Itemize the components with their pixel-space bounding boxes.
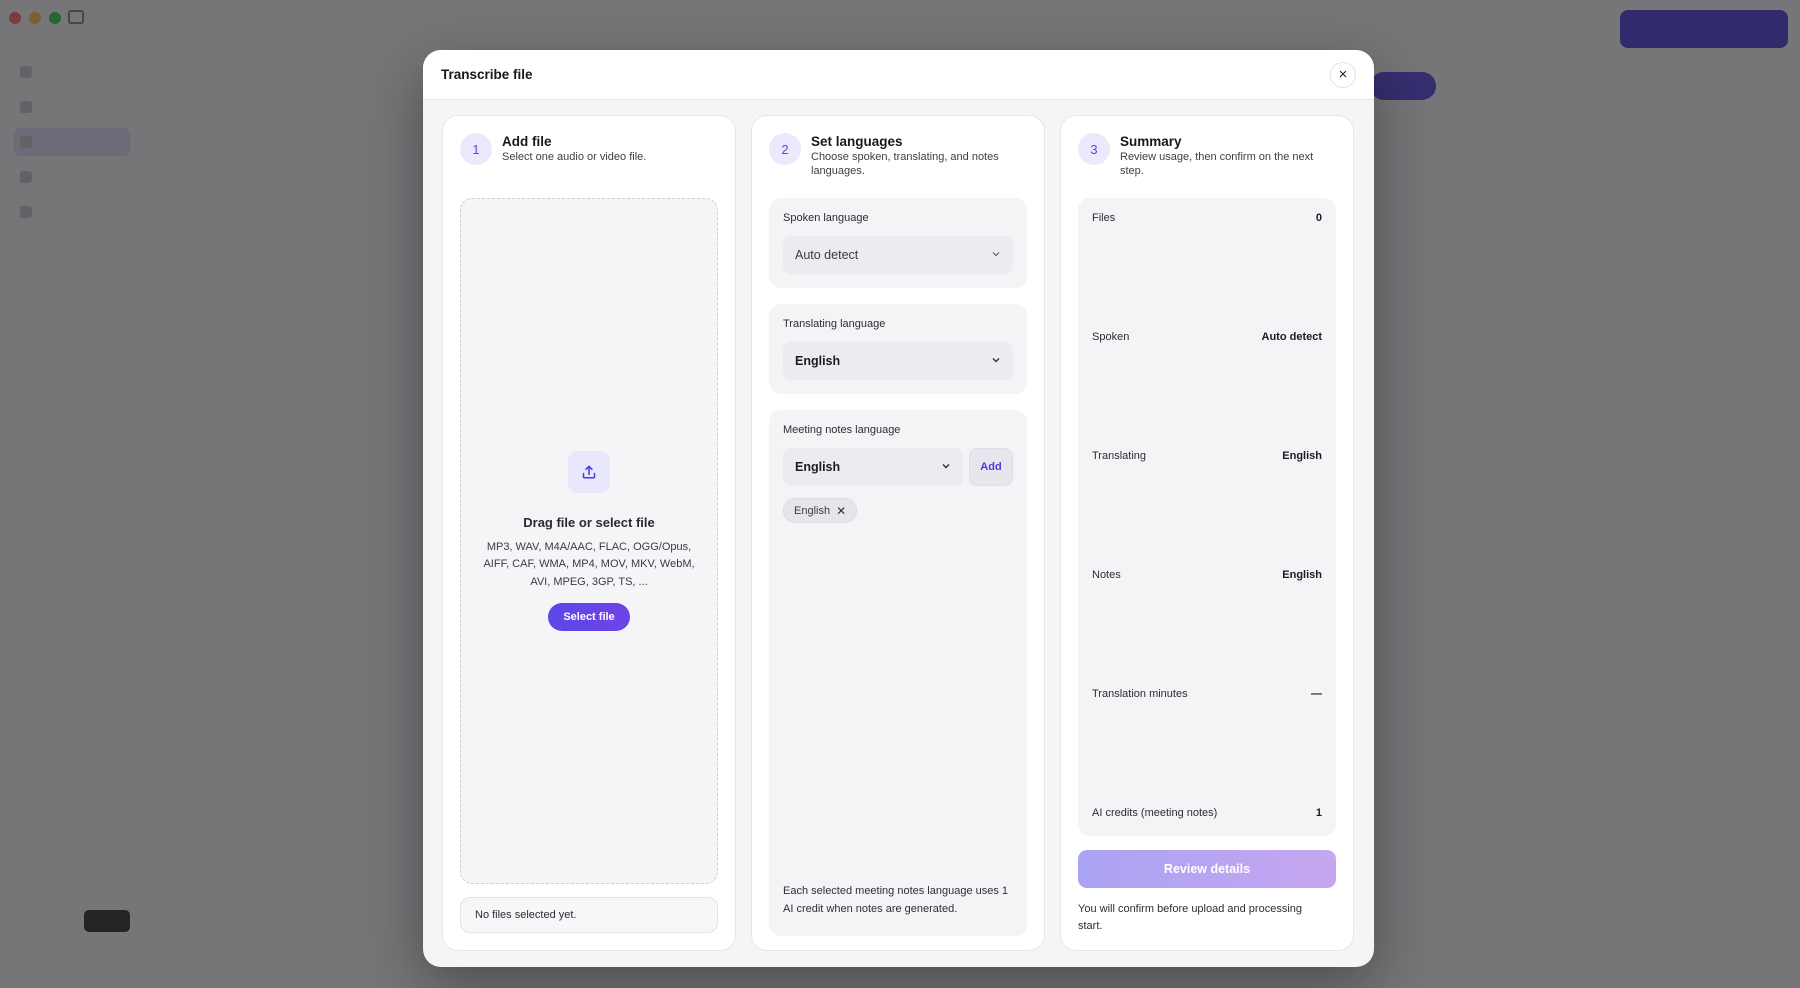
close-icon: × [1338,66,1348,83]
step-header: 1 Add file Select one audio or video fil… [460,133,718,165]
step-header: 2 Set languages Choose spoken, translati… [769,133,1027,178]
summary-label: Files [1092,212,1116,224]
dialog-title: Transcribe file [441,67,533,82]
notes-language-row: English Add [783,448,1013,486]
translating-language-value: English [795,354,841,368]
summary-row-translation-minutes: Translation minutes — [1092,688,1322,700]
notes-credit-info: Each selected meeting notes language use… [783,885,1009,915]
step-set-languages: 2 Set languages Choose spoken, translati… [751,115,1045,951]
remove-chip-icon[interactable]: ✕ [836,504,846,518]
translating-language-label: Translating language [783,318,886,330]
summary-value: English [1282,569,1322,581]
summary-label: AI credits (meeting notes) [1092,807,1218,819]
summary-row-translating: Translating English [1092,450,1322,462]
step-title: Set languages [811,134,903,149]
summary-value: Auto detect [1261,331,1323,343]
close-button[interactable]: × [1330,61,1356,88]
summary-value: — [1311,688,1322,700]
translating-language-select[interactable]: English [783,342,1013,380]
step-header: 3 Summary Review usage, then confirm on … [1078,133,1336,178]
step-summary: 3 Summary Review usage, then confirm on … [1060,115,1354,951]
step-number-badge: 2 [769,133,801,165]
summary-row-notes: Notes English [1092,569,1322,581]
summary-value: English [1282,450,1322,462]
step-number-badge: 3 [1078,133,1110,165]
review-details-button[interactable]: Review details [1078,850,1336,888]
notes-language-select[interactable]: English [783,448,963,486]
summary-label: Spoken [1092,331,1130,343]
summary-row-ai-credits: AI credits (meeting notes) 1 [1092,807,1322,819]
chevron-down-icon [991,249,1001,262]
notes-language-chip: English ✕ [783,498,858,523]
dialog-header: Transcribe file × [423,50,1374,100]
transcribe-file-dialog: Transcribe file × 1 Add file Select one … [423,50,1374,967]
summary-value: 1 [1315,807,1322,819]
spoken-language-card: Spoken language Auto detect [769,198,1027,288]
summary-label: Translating [1092,450,1147,462]
summary-panel: Files 0 Spoken Auto detect Translating E… [1078,198,1336,836]
upload-icon [568,450,610,493]
supported-formats: MP3, WAV, M4A/AAC, FLAC, OGG/Opus, AIFF,… [483,540,695,588]
file-dropzone[interactable]: Drag file or select file MP3, WAV, M4A/A… [460,198,718,884]
chip-label: English [794,504,831,517]
dropzone-title: Drag file or select file [523,514,655,530]
step-add-file: 1 Add file Select one audio or video fil… [442,115,736,951]
summary-value: 0 [1315,212,1322,224]
add-notes-language-button[interactable]: Add [969,448,1013,486]
step-number-badge: 1 [460,133,492,165]
step-columns: 1 Add file Select one audio or video fil… [442,115,1354,951]
step-subtitle: Choose spoken, translating, and notes la… [811,151,999,177]
summary-row-spoken: Spoken Auto detect [1092,331,1322,343]
step-subtitle: Review usage, then confirm on the next s… [1120,151,1314,177]
summary-row-files: Files 0 [1092,212,1322,224]
select-file-button[interactable]: Select file [548,603,630,632]
summary-label: Translation minutes [1092,688,1188,700]
step-subtitle: Select one audio or video file. [502,151,647,163]
step-title: Add file [502,134,552,149]
chevron-down-icon [941,461,951,474]
review-note: You will confirm before upload and proce… [1078,903,1303,932]
step-title: Summary [1120,134,1182,149]
spoken-language-label: Spoken language [783,212,869,224]
spoken-language-select[interactable]: Auto detect [783,236,1013,274]
chevron-down-icon [991,355,1001,368]
meeting-notes-language-card: Meeting notes language English Add Engli… [769,410,1027,936]
summary-label: Notes [1092,569,1121,581]
file-status: No files selected yet. [460,897,718,933]
notes-language-label: Meeting notes language [783,424,901,436]
translating-language-card: Translating language English [769,304,1027,394]
spoken-language-value: Auto detect [795,248,859,262]
notes-language-value: English [795,460,841,474]
